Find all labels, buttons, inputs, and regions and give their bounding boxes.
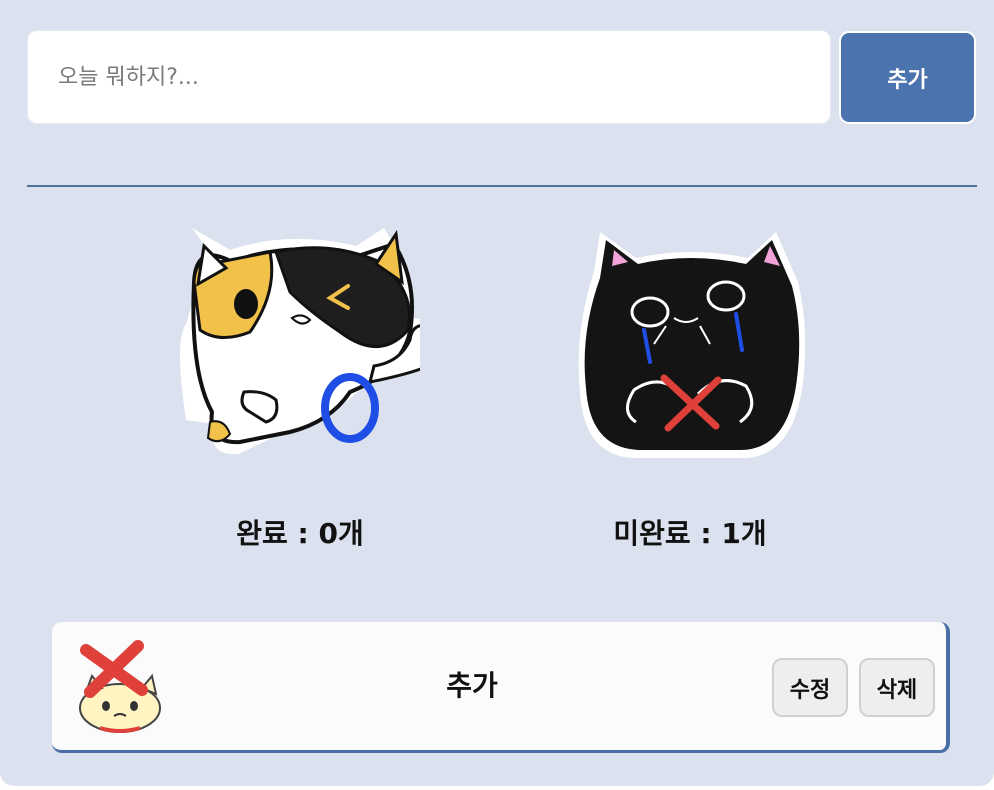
edit-button[interactable]: 수정 (772, 658, 848, 717)
todo-input-row: 추가 (27, 30, 977, 126)
todo-text: 추가 (446, 669, 498, 702)
cat-thumbs-up-icon (180, 228, 420, 455)
add-button[interactable]: 추가 (839, 31, 976, 124)
done-count: 완료 : 0개 (236, 517, 364, 550)
cat-crying-icon (578, 232, 806, 459)
done-stat: 완료 : 0개 (180, 222, 420, 552)
delete-button[interactable]: 삭제 (859, 658, 935, 717)
cat-cross-icon (72, 636, 168, 740)
todo-app: 추가 완료 : 0개 (0, 0, 994, 786)
undone-count: 미완료 : 1개 (613, 517, 767, 550)
todo-input[interactable] (27, 30, 831, 124)
undone-stat: 미완료 : 1개 (570, 222, 810, 552)
divider (27, 185, 977, 187)
todo-item: 추가 수정 삭제 (52, 622, 950, 753)
